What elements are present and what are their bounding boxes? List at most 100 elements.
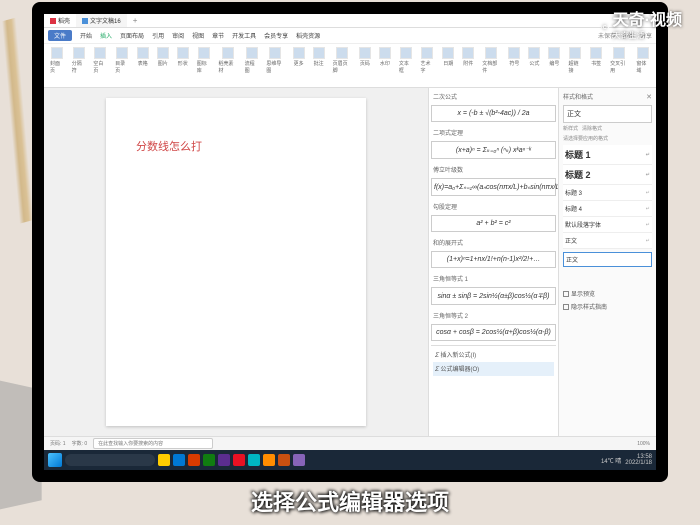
ribbon-icon xyxy=(359,47,371,59)
menu-item[interactable]: 视图 xyxy=(192,31,204,40)
task-icon[interactable] xyxy=(278,454,290,466)
formula-section-title: 勾股定理 xyxy=(431,200,556,213)
ribbon-空白页[interactable]: 空白页 xyxy=(91,46,109,75)
search-input[interactable]: 在此查找输入你要搜索的内容 xyxy=(93,438,213,449)
opt-preview[interactable]: 显示预览 xyxy=(563,287,652,300)
formula-preset[interactable]: cosα + cosβ = 2cos½(α+β)cos½(α-β) xyxy=(431,324,556,341)
ribbon-稻壳素材[interactable]: 稻壳素材 xyxy=(216,46,238,75)
task-icon[interactable] xyxy=(188,454,200,466)
ribbon-icon xyxy=(94,47,106,59)
formula-section-title: 傅立叶级数 xyxy=(431,163,556,176)
ribbon-符号[interactable]: 符号 xyxy=(506,46,522,68)
ribbon-图片[interactable]: 图片 xyxy=(155,46,171,68)
task-icon[interactable] xyxy=(233,454,245,466)
new-style-link[interactable]: 新样式 xyxy=(563,125,578,132)
ribbon-更多[interactable]: 更多 xyxy=(291,46,307,68)
formula-preset[interactable]: a² + b² = c² xyxy=(431,215,556,232)
formula-section-title: 二次公式 xyxy=(431,90,556,103)
menu-file[interactable]: 文件 xyxy=(48,30,72,41)
task-icon[interactable] xyxy=(218,454,230,466)
opt-guide[interactable]: 隐示样式指南 xyxy=(563,300,652,313)
tab-document[interactable]: 文字文稿16 xyxy=(76,14,127,27)
ribbon-批注[interactable]: 批注 xyxy=(311,46,327,68)
ribbon-icon xyxy=(198,47,210,59)
style-item[interactable]: 标题 2↵ xyxy=(563,165,652,185)
ribbon-日期[interactable]: 日期 xyxy=(440,46,456,68)
weather: 14℃ 晴 xyxy=(601,456,621,465)
ribbon-页码[interactable]: 页码 xyxy=(357,46,373,68)
document-area[interactable]: 分数线怎么打 xyxy=(44,88,428,436)
ribbon-编号[interactable]: 编号 xyxy=(546,46,562,68)
ribbon-icon xyxy=(137,47,149,59)
taskbar-search[interactable] xyxy=(65,454,155,466)
task-icon[interactable] xyxy=(158,454,170,466)
formula-preset[interactable]: (1+x)ⁿ=1+nx/1!+n(n-1)x²/2!+… xyxy=(431,251,556,268)
ribbon-封面页[interactable]: 封面页 xyxy=(48,46,66,75)
ribbon-公式[interactable]: 公式 xyxy=(526,46,542,68)
ribbon-交叉引用[interactable]: 交叉引用 xyxy=(608,46,630,75)
start-button[interactable] xyxy=(48,453,62,467)
menu-item[interactable]: 插入 xyxy=(100,31,112,40)
ribbon-icon xyxy=(336,47,348,59)
menu-item[interactable]: 会员专享 xyxy=(264,31,288,40)
formula-section-title: 三角恒等式 1 xyxy=(431,272,556,285)
task-icon[interactable] xyxy=(248,454,260,466)
clear-format-link[interactable]: 清除格式 xyxy=(582,125,602,132)
task-icon[interactable] xyxy=(293,454,305,466)
current-style[interactable]: 正文 xyxy=(563,105,652,123)
menu-item[interactable]: 稻壳资源 xyxy=(296,31,320,40)
wps-icon xyxy=(50,18,56,24)
menu-item[interactable]: 章节 xyxy=(212,31,224,40)
zoom-level[interactable]: 100% xyxy=(637,441,650,447)
style-item[interactable]: 默认段落字体↵ xyxy=(563,217,652,233)
menu-item[interactable]: 开发工具 xyxy=(232,31,256,40)
ribbon-形状[interactable]: 形状 xyxy=(175,46,191,68)
tab-add[interactable]: + xyxy=(127,16,144,25)
formula-preset[interactable]: x = (-b ± √(b²-4ac)) / 2a xyxy=(431,105,556,122)
ribbon-水印[interactable]: 水印 xyxy=(377,46,393,68)
insert-new-formula[interactable]: 𝛴 插入新公式(I) xyxy=(433,348,554,362)
ribbon-icon xyxy=(442,47,454,59)
ribbon-icon xyxy=(157,47,169,59)
ribbon-流程图[interactable]: 流程图 xyxy=(243,46,261,75)
menu-item[interactable]: 引用 xyxy=(152,31,164,40)
formula-section-title: 和的展开式 xyxy=(431,236,556,249)
formula-preset[interactable]: f(x)=a₀+Σₙ₌₁∞(aₙcos(nπx/L)+bₙsin(nπx/L)) xyxy=(431,178,556,196)
style-select-field[interactable]: 正文 xyxy=(563,252,652,267)
menu-item[interactable]: 开始 xyxy=(80,31,92,40)
ribbon-页眉页脚[interactable]: 页眉页脚 xyxy=(331,46,353,75)
clock: 13:582022/1/18 xyxy=(625,454,652,466)
ribbon-分隔符[interactable]: 分隔符 xyxy=(70,46,88,75)
menu-item[interactable]: 审阅 xyxy=(172,31,184,40)
tab-home[interactable]: 稻壳 xyxy=(44,14,76,27)
ribbon-思维导图[interactable]: 思维导图 xyxy=(264,46,286,75)
ribbon-超链接[interactable]: 超链接 xyxy=(566,46,584,75)
ribbon-表格[interactable]: 表格 xyxy=(135,46,151,68)
formula-editor-option[interactable]: 𝛴 公式编辑器(O) xyxy=(433,362,554,376)
ribbon-icon xyxy=(379,47,391,59)
formula-dropdown-panel: 二次公式x = (-b ± √(b²-4ac)) / 2a二项式定理(x+a)ⁿ… xyxy=(428,88,558,436)
ribbon-附件[interactable]: 附件 xyxy=(460,46,476,68)
style-item[interactable]: 正文↵ xyxy=(563,233,652,249)
ribbon-书签[interactable]: 书签 xyxy=(588,46,604,68)
style-item[interactable]: 标题 1↵ xyxy=(563,145,652,165)
formula-preset[interactable]: (x+a)ⁿ = Σₖ₌₀ⁿ (ⁿₖ) xᵏaⁿ⁻ᵏ xyxy=(431,141,556,159)
page[interactable]: 分数线怎么打 xyxy=(106,98,366,426)
style-item[interactable]: 标题 3↵ xyxy=(563,185,652,201)
style-item[interactable]: 标题 4↵ xyxy=(563,201,652,217)
task-icon[interactable] xyxy=(173,454,185,466)
task-icon[interactable] xyxy=(203,454,215,466)
system-tray[interactable]: 14℃ 晴 13:582022/1/18 xyxy=(601,454,652,466)
task-icon[interactable] xyxy=(263,454,275,466)
watermark-brand: 天奇·视频 xyxy=(613,12,682,29)
ribbon-目录页[interactable]: 目录页 xyxy=(113,46,131,75)
menu-item[interactable]: 页面布局 xyxy=(120,31,144,40)
watermark: 天奇·视频 天奇生活 C xyxy=(613,6,682,41)
ribbon-窗体域[interactable]: 窗体域 xyxy=(634,46,652,75)
ribbon-图标库[interactable]: 图标库 xyxy=(195,46,213,75)
ribbon-文本框[interactable]: 文本框 xyxy=(397,46,415,75)
ribbon-文档部件[interactable]: 文档部件 xyxy=(480,46,502,75)
ribbon-艺术字[interactable]: 艺术字 xyxy=(419,46,437,75)
close-icon[interactable]: ✕ xyxy=(646,93,652,101)
formula-preset[interactable]: sinα ± sinβ = 2sin½(α±β)cos½(α∓β) xyxy=(431,287,556,305)
